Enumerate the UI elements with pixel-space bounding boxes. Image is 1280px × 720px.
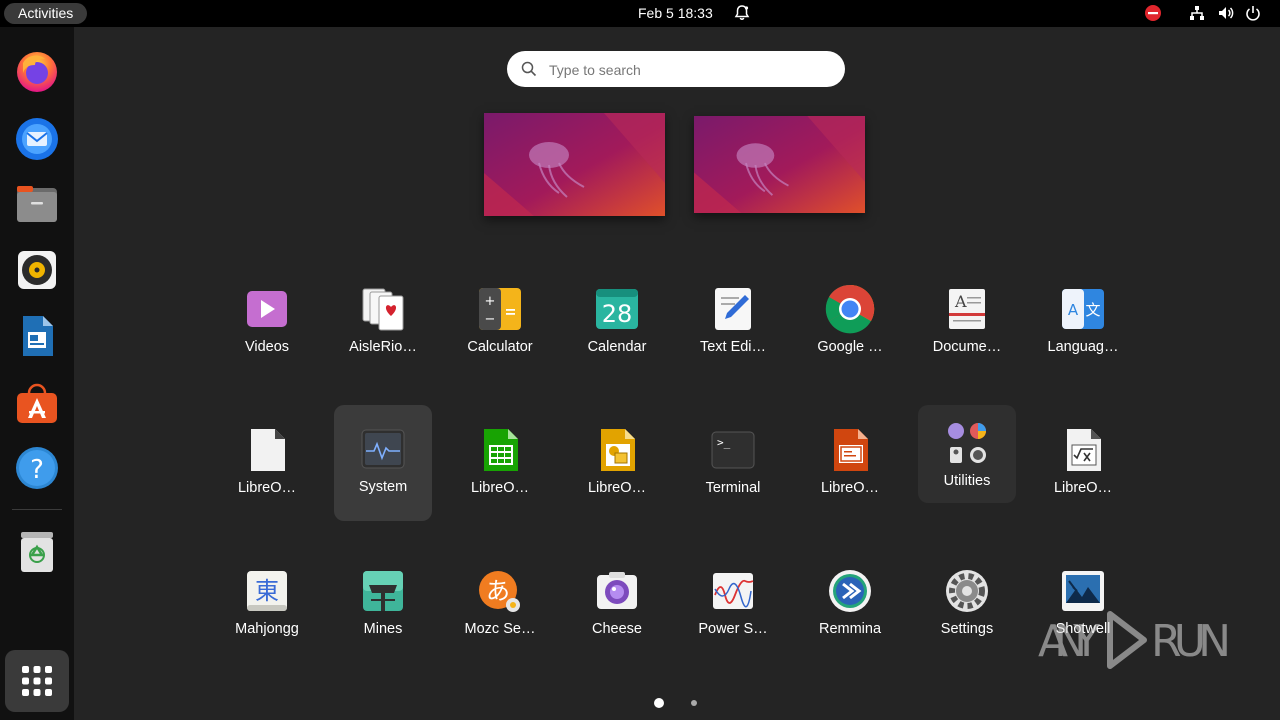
remmina-icon [829,570,871,612]
app-calculator[interactable]: + − Calculator [451,273,549,387]
app-google-chrome[interactable]: Google … [801,273,899,387]
search-icon [521,61,537,77]
stop-icon[interactable] [1144,4,1162,22]
search-input[interactable] [547,51,831,89]
svg-text:28: 28 [602,300,633,328]
files-icon [17,186,57,222]
trash-icon [21,532,53,572]
app-videos[interactable]: Videos [218,273,316,387]
libreoffice-impress-icon [834,429,868,471]
svg-text:ANY: ANY [1038,616,1100,667]
svg-text:A: A [954,292,967,311]
app-mahjongg[interactable]: 東 Mahjongg [218,555,316,669]
libreoffice-math-icon [1067,429,1101,471]
svg-text:東: 東 [255,577,279,605]
power-statistics-icon [713,573,754,609]
cards-icon [362,288,404,331]
dock-separator [12,509,62,510]
app-remmina[interactable]: Remmina [801,555,899,669]
libreoffice-icon [251,429,285,471]
document-viewer-icon: A [949,289,985,329]
clock[interactable]: Feb 5 18:33 [638,0,713,27]
firefox-icon [17,52,57,92]
terminal-icon: >_ [711,431,755,469]
utilities-folder-icon [948,423,986,463]
search-bar[interactable] [507,51,845,89]
app-grid-icon [22,666,52,696]
page-dot-2[interactable] [691,700,697,706]
files-launcher[interactable] [12,179,62,229]
app-libreoffice-math[interactable]: LibreO… [1034,414,1132,528]
app-libreoffice-impress[interactable]: LibreO… [801,414,899,528]
network-icon[interactable] [1188,4,1206,22]
app-libreoffice[interactable]: LibreO… [218,414,316,528]
app-document-viewer[interactable]: A Docume… [918,273,1016,387]
mahjongg-icon: 東 [247,571,287,611]
svg-text:?: ? [30,455,44,485]
svg-text:+: + [485,294,496,309]
mines-icon [363,571,403,611]
language-icon: A文 [1062,289,1104,329]
app-language-support[interactable]: A文 Languag… [1034,273,1132,387]
activities-button[interactable]: Activities [4,3,88,24]
anyrun-watermark-logo: ANY RUN [1038,611,1231,669]
app-mozc-setup[interactable]: あ Mozc Se… [451,555,549,669]
app-terminal[interactable]: >_ Terminal [684,414,782,528]
app-system-monitor[interactable]: System [334,405,432,521]
dock: ? [0,27,74,720]
app-libreoffice-draw[interactable]: LibreO… [568,414,666,528]
firefox-launcher[interactable] [12,46,62,96]
top-bar: Activities Feb 5 18:33 [0,0,1280,27]
app-calendar[interactable]: 28 Calendar [568,273,666,387]
app-center-icon [17,383,57,423]
app-aisleriot[interactable]: AisleRio… [334,273,432,387]
app-settings[interactable]: Settings [918,555,1016,669]
app-text-editor[interactable]: Text Edi… [684,273,782,387]
system-monitor-icon [361,429,405,469]
workspace-thumbnail-1[interactable] [484,113,665,216]
volume-icon[interactable] [1217,4,1235,22]
libreoffice-draw-icon [601,429,635,471]
show-applications-button[interactable] [5,650,69,712]
libreoffice-writer-icon [23,316,53,356]
rhythmbox-icon [18,251,56,289]
notification-bell-icon[interactable] [733,4,751,22]
help-launcher[interactable]: ? [12,443,62,493]
videos-icon [247,291,287,327]
app-libreoffice-calc[interactable]: LibreO… [451,414,549,528]
app-power-statistics[interactable]: Power S… [684,555,782,669]
svg-text:A: A [1068,301,1079,319]
settings-gear-icon [946,570,988,612]
svg-text:あ: あ [486,577,510,605]
thunderbird-icon [16,118,58,160]
chrome-icon [825,284,875,334]
svg-text:RUN: RUN [1151,616,1231,667]
calculator-icon: +− [479,288,521,330]
calendar-icon: 28 [596,289,638,329]
trash-launcher[interactable] [12,527,62,577]
page-dot-1[interactable] [654,698,664,708]
cheese-icon [597,572,637,609]
app-mines[interactable]: Mines [334,555,432,669]
app-center-launcher[interactable] [12,377,62,427]
svg-text:文: 文 [1085,301,1100,319]
svg-text:>_: >_ [717,436,731,449]
libreoffice-writer-launcher[interactable] [12,311,62,361]
power-icon[interactable] [1244,4,1262,22]
libreoffice-calc-icon [484,429,518,471]
help-icon: ? [16,447,58,489]
text-editor-icon [715,288,751,330]
mozc-icon: あ [479,571,520,612]
rhythmbox-launcher[interactable] [12,245,62,295]
workspace-thumbnail-2[interactable] [694,116,865,213]
svg-text:−: − [485,312,496,327]
thunderbird-launcher[interactable] [12,113,62,163]
shotwell-icon [1062,571,1104,611]
app-cheese[interactable]: Cheese [568,555,666,669]
app-folder-utilities[interactable]: Utilities [918,405,1016,503]
